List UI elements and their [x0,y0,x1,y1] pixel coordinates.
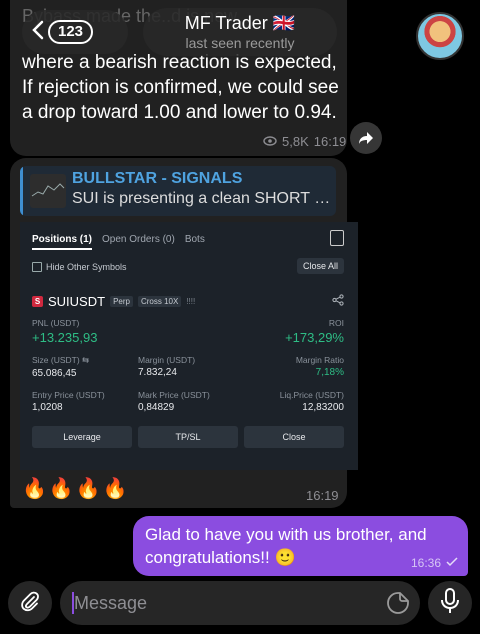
sticker-icon[interactable] [386,591,410,620]
fire-emojis: 🔥🔥🔥🔥 [22,478,130,500]
outgoing-meta: 16:36 [411,556,458,570]
message-time: 16:19 [313,134,347,149]
microphone-button[interactable] [428,581,472,625]
margin-ratio-value: 7,18% [315,367,344,378]
outgoing-message[interactable]: Glad to have you with us brother, and co… [133,516,468,576]
pnl-label: PNL (USDT) [32,318,80,328]
message-time: 16:19 [306,488,339,503]
roi-value: +173,29% [285,330,344,345]
tab-bots: Bots [184,234,205,245]
mark-value: 0,84829 [138,402,175,413]
roi-label: ROI [328,318,344,328]
trade-tabs: Positions (1) Open Orders (0) Bots [32,234,205,250]
entry-value: 1,0208 [32,402,63,413]
leverage-button: Leverage [32,426,132,448]
hide-other-checkbox [32,262,42,272]
size-cell: Size (USDT) ⇆ 65.086,45 [32,355,89,379]
tab-positions: Positions (1) [32,234,93,250]
liq-label: Liq.Price (USDT) [279,390,344,400]
margin-label: Margin (USDT) [138,355,196,365]
tpsl-button: TP/SL [138,426,238,448]
mark-cell: Mark Price (USDT) 0,84829 [138,390,210,413]
cross-tag: Cross 10X [137,296,182,307]
view-count: 5,8K [282,134,309,149]
margin-ratio-label: Margin Ratio [295,355,344,365]
back-button[interactable]: 123 [22,10,128,54]
attach-button[interactable] [8,581,52,625]
eye-icon [263,134,277,149]
contact-name: MF Trader 🇬🇧 [184,13,296,33]
orders-history-icon [330,230,344,246]
signal-bars: !!!! [186,297,196,306]
symbol-row: S SUIUSDT Perp Cross 10X !!!! [32,294,195,309]
paperclip-icon [19,590,41,617]
entry-cell: Entry Price (USDT) 1,0208 [32,390,105,413]
outgoing-text: Glad to have you with us brother, and co… [145,525,427,567]
share-icon [332,294,344,309]
message-input[interactable]: Message [60,581,420,625]
message-meta: 16:19 [306,488,339,503]
tab-open-orders: Open Orders (0) [102,234,175,245]
perp-tag: Perp [110,296,133,307]
double-check-icon [446,556,458,570]
reply-title: BULLSTAR - SIGNALS [72,170,243,187]
message-meta: 5,8K 16:19 [263,134,346,149]
hide-other-symbols: Hide Other Symbols [32,262,127,272]
liq-cell: Liq.Price (USDT) 12,83200 [280,390,344,413]
reply-thumbnail [30,174,66,208]
reply-accent-bar [20,166,23,216]
symbol-icon: S [32,296,43,307]
message-text: where a bearish reaction is expected, If… [22,52,339,123]
reply-preview[interactable]: BULLSTAR - SIGNALS SUI is presenting a c… [20,166,336,216]
unread-count-badge: 123 [48,20,94,44]
close-all-button: Close All [296,258,344,274]
message-bubble-2[interactable]: BULLSTAR - SIGNALS SUI is presenting a c… [10,158,358,508]
share-forward-icon[interactable] [350,122,382,154]
pnl-value: +13.235,93 [32,330,98,345]
entry-label: Entry Price (USDT) [32,390,105,400]
reply-snippet: SUI is presenting a clean SHORT o... [72,190,334,207]
symbol-name: SUIUSDT [48,294,106,309]
size-value: 65.086,45 [32,368,77,379]
contact-status: last seen recently [185,35,295,51]
margin-cell: Margin (USDT) 7.832,24 [138,355,195,378]
margin-ratio-cell: Margin Ratio 7,18% [296,355,344,378]
back-chevron-icon [32,20,44,45]
message-placeholder: Message [74,593,148,613]
mark-label: Mark Price (USDT) [138,390,210,400]
close-button: Close [244,426,344,448]
outgoing-time: 16:36 [410,556,441,570]
microphone-icon [440,587,460,619]
roi-cell: ROI +173,29% [285,318,344,345]
hide-other-label: Hide Other Symbols [46,262,127,272]
trade-screenshot[interactable]: Positions (1) Open Orders (0) Bots Hide … [20,222,358,470]
margin-value: 7.832,24 [138,367,177,378]
chat-title[interactable]: MF Trader 🇬🇧 last seen recently [143,8,337,56]
trade-actions: Leverage TP/SL Close [32,426,344,448]
size-label: Size (USDT) ⇆ [32,355,90,365]
liq-value: 12,83200 [302,402,344,413]
pnl-cell: PNL (USDT) +13.235,93 [32,318,97,345]
avatar[interactable] [416,12,464,60]
